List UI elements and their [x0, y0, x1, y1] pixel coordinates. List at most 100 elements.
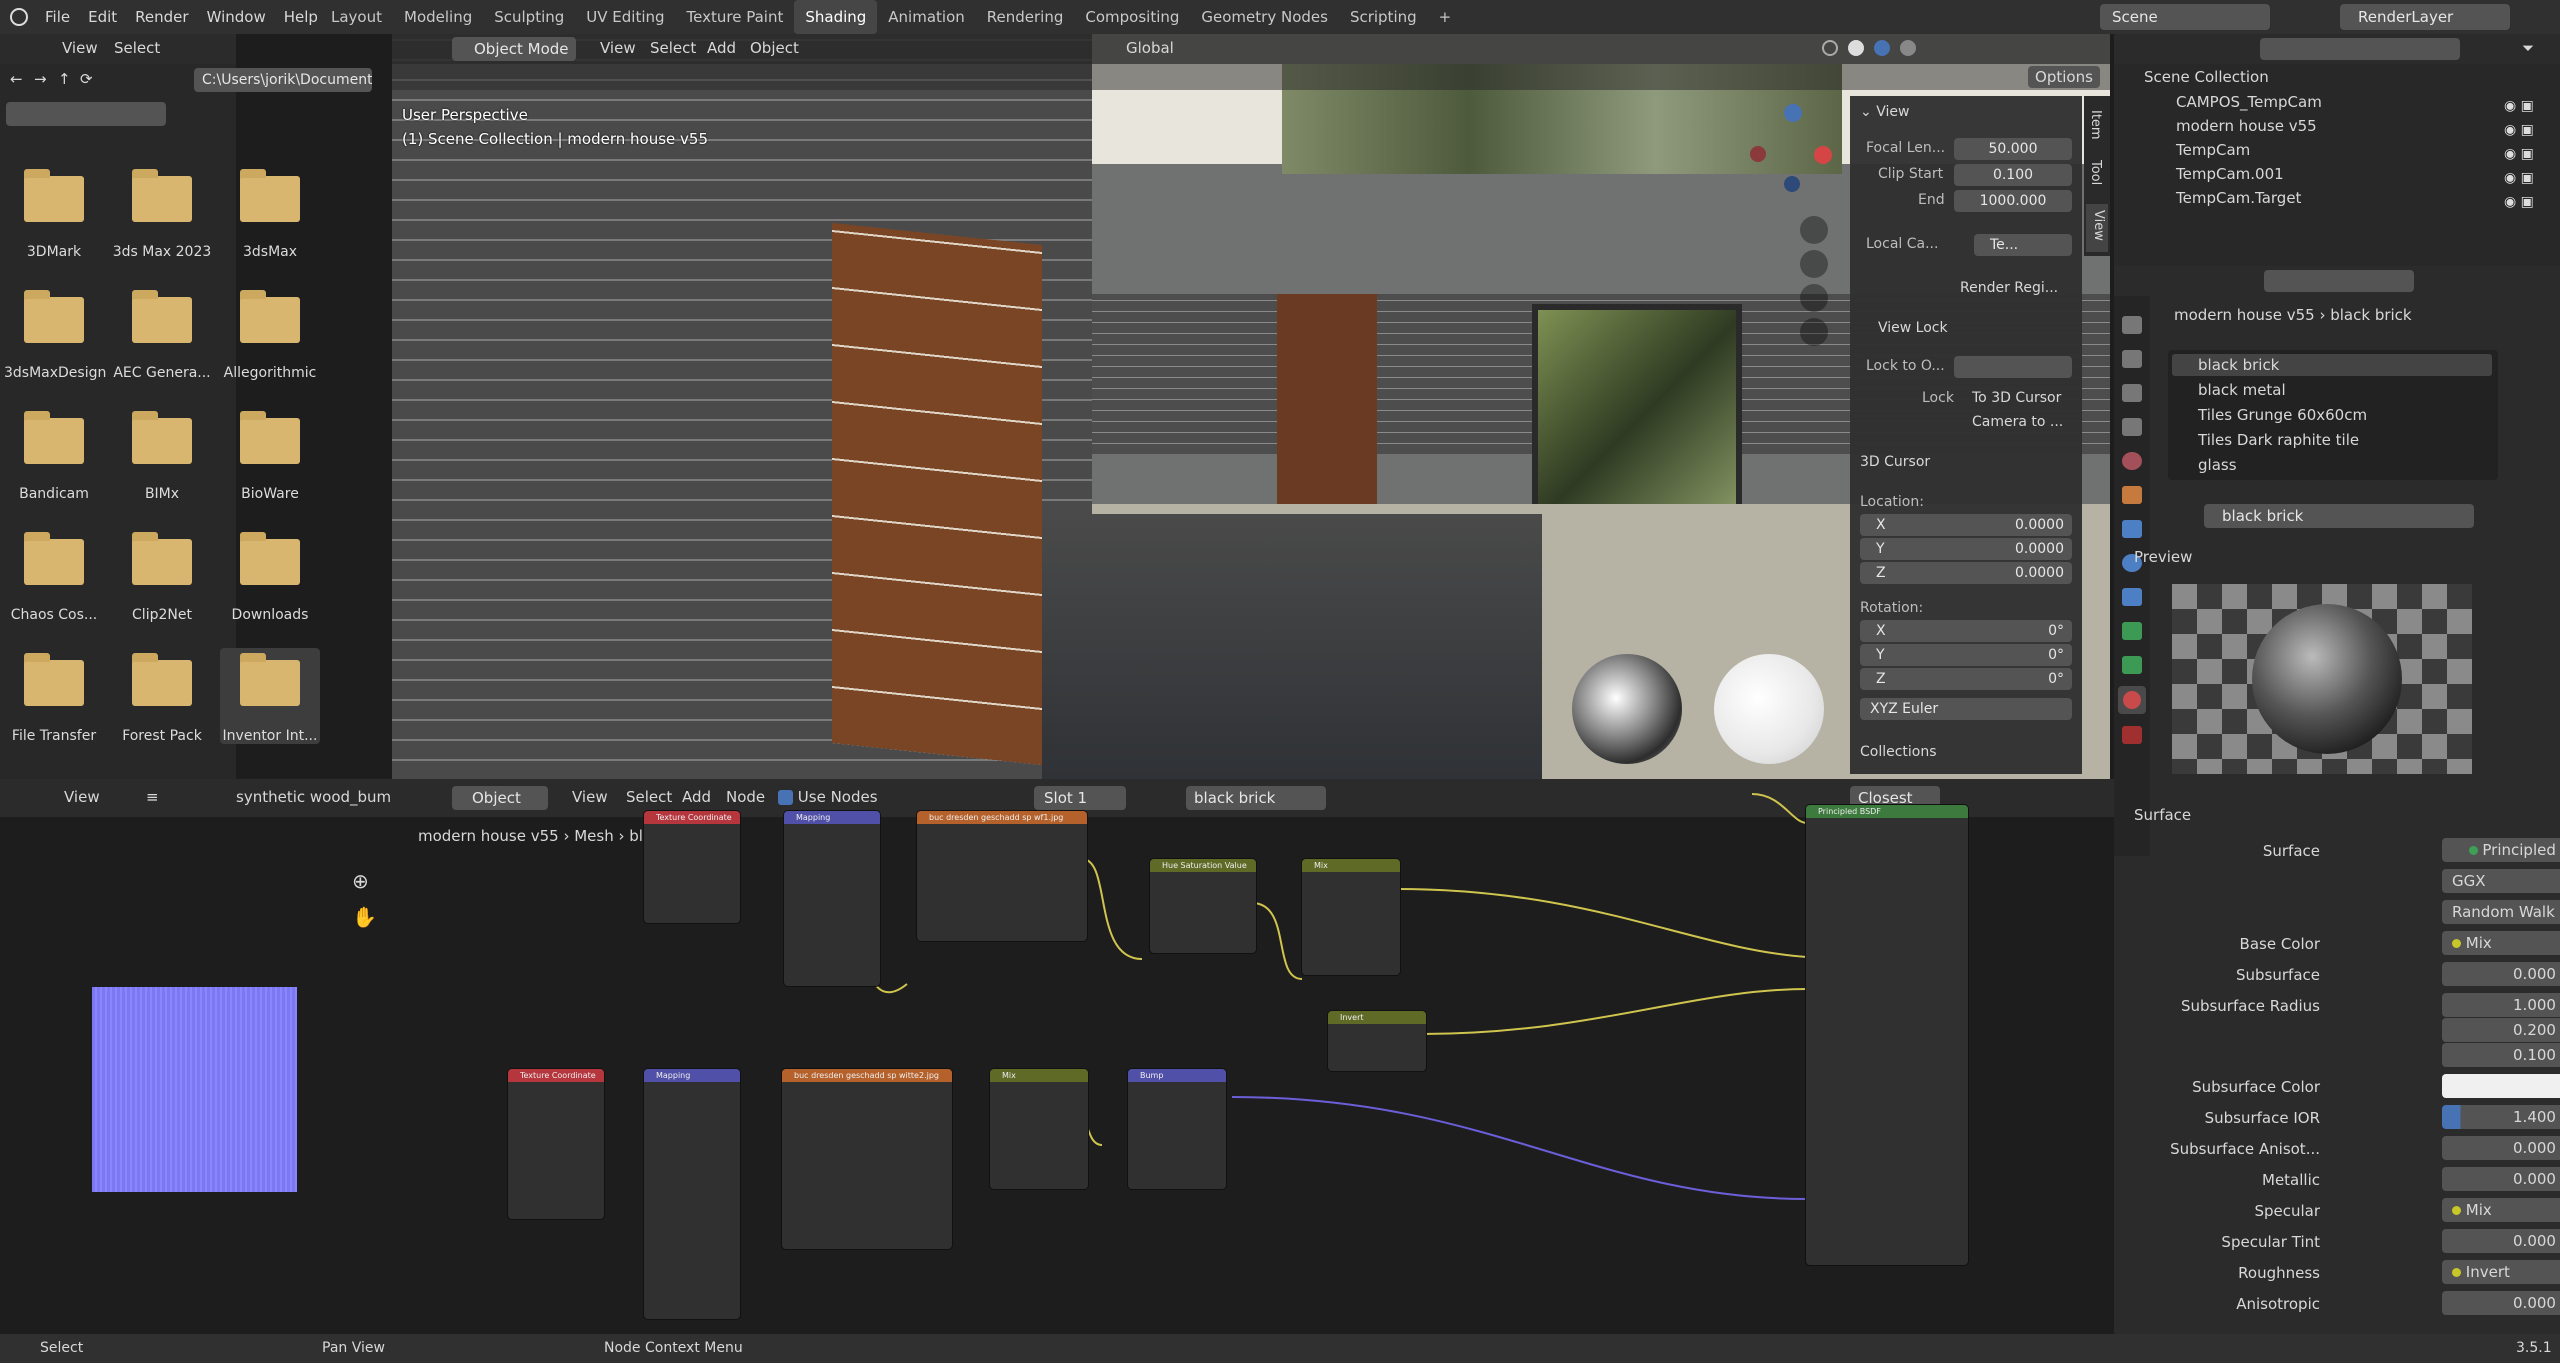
options-button[interactable]: Options	[2028, 66, 2100, 88]
texture-tab-icon[interactable]	[2122, 726, 2142, 744]
clip-end-field[interactable]: 1000.000	[1954, 190, 2072, 212]
filter-icon[interactable]: ⏷	[2522, 39, 2534, 57]
forward-icon[interactable]: →	[34, 70, 47, 88]
fb-menu-select[interactable]: Select	[114, 39, 160, 57]
menu-file[interactable]: File	[36, 0, 79, 34]
menu-hamburger-icon[interactable]: ≡	[146, 788, 159, 806]
tab-compositing[interactable]: Compositing	[1074, 0, 1190, 34]
scene-selector[interactable]: Scene	[2100, 4, 2270, 30]
object-tab-icon[interactable]	[2122, 486, 2142, 504]
cursor-rotation-y-field[interactable]: Y 0°	[1860, 644, 2072, 666]
image-texture-node[interactable]: buc dresden geschadd sp wf1.jpg	[917, 811, 1087, 941]
eye-icon[interactable]: ◉ ▣	[2504, 94, 2534, 118]
lock-to-3d-cursor-checkbox[interactable]: To 3D Cursor	[1972, 390, 2061, 406]
folder-item[interactable]: Bandicam	[4, 406, 104, 502]
cursor-location-y-field[interactable]: Y 0.0000	[1860, 538, 2072, 560]
vp-menu-object[interactable]: Object	[750, 39, 799, 57]
vp-menu-select[interactable]: Select	[650, 39, 696, 57]
panel-header-surface[interactable]: Surface	[2134, 806, 2191, 824]
folder-item[interactable]: Forest Pack	[112, 648, 212, 744]
view-layer-tab-icon[interactable]	[2122, 418, 2142, 436]
tab-rendering[interactable]: Rendering	[976, 0, 1075, 34]
physics-tab-icon[interactable]	[2122, 588, 2142, 606]
outliner-item[interactable]: TempCam.Target	[2176, 186, 2301, 210]
folder-item[interactable]: File Transfer	[4, 648, 104, 744]
folder-item[interactable]: Clip2Net	[112, 527, 212, 623]
folder-item[interactable]: 3dsMaxDesign	[4, 285, 106, 381]
folder-item[interactable]: Allegorithmic	[220, 285, 320, 381]
properties-search-input[interactable]	[2264, 270, 2414, 292]
camera-view-icon[interactable]	[1800, 284, 1828, 312]
panel-header-preview[interactable]: Preview	[2134, 548, 2192, 566]
modifier-tab-icon[interactable]	[2122, 520, 2142, 538]
data-tab-icon[interactable]	[2122, 656, 2142, 674]
prop-value[interactable]: 0.000	[2442, 1167, 2560, 1191]
transform-orientation[interactable]: Global	[1126, 39, 1174, 57]
panel-header-3d-cursor[interactable]: 3D Cursor	[1860, 454, 1930, 470]
material-slot[interactable]: glass	[2172, 454, 2237, 476]
scene-tab-icon[interactable]	[2122, 452, 2142, 470]
material-slot[interactable]: Tiles Dark raphite tile	[2172, 429, 2359, 451]
material-slot[interactable]: Tiles Grunge 60x60cm	[2172, 404, 2367, 426]
folder-item[interactable]: Chaos Cos...	[4, 527, 104, 623]
folder-item[interactable]: Downloads	[220, 527, 320, 623]
texture-coordinate-node[interactable]: Texture Coordinate	[644, 811, 740, 923]
folder-item[interactable]: BioWare	[220, 406, 320, 502]
vp-menu-add[interactable]: Add	[707, 39, 736, 57]
folder-item[interactable]: AEC Genera...	[112, 285, 212, 381]
pan-hand-icon[interactable]	[1800, 250, 1828, 278]
lock-to-object-field[interactable]	[1954, 356, 2072, 378]
path-field[interactable]: C:\Users\jorik\Documents\	[194, 68, 372, 92]
view-layer-selector[interactable]: RenderLayer	[2340, 4, 2510, 30]
grid-toggle-icon[interactable]	[1800, 318, 1828, 346]
rotation-mode-dropdown[interactable]: XYZ Euler	[1860, 698, 2072, 720]
file-search-input[interactable]	[6, 102, 166, 126]
image-name-field[interactable]: synthetic wood_bump.p	[236, 788, 392, 806]
image-texture-node[interactable]: buc dresden geschadd sp witte2.jpg	[782, 1069, 952, 1249]
cursor-rotation-z-field[interactable]: Z 0°	[1860, 668, 2072, 690]
hue-saturation-node[interactable]: Hue Saturation Value	[1150, 859, 1256, 953]
z-axis-icon[interactable]	[1784, 104, 1802, 122]
cursor-rotation-x-field[interactable]: X 0°	[1860, 620, 2072, 642]
tab-tool[interactable]: Tool	[2088, 160, 2103, 185]
vp-menu-view[interactable]: View	[600, 39, 636, 57]
prop-value[interactable]: Mix	[2442, 1198, 2560, 1222]
prop-value[interactable]: Mix	[2442, 931, 2560, 955]
focal-length-field[interactable]: 50.000	[1954, 138, 2072, 160]
prop-value[interactable]: 0.000	[2442, 1291, 2560, 1315]
bump-node[interactable]: Bump	[1128, 1069, 1226, 1189]
folder-item[interactable]: 3DMark	[4, 164, 104, 260]
tool-tab-icon[interactable]	[2122, 316, 2142, 334]
output-tab-icon[interactable]	[2122, 384, 2142, 402]
zoom-icon[interactable]: ⊕	[352, 869, 369, 893]
fb-menu-view[interactable]: View	[62, 39, 98, 57]
prop-value[interactable]: 0.000	[2442, 1229, 2560, 1253]
tab-animation[interactable]: Animation	[877, 0, 975, 34]
principled-bsdf-node[interactable]: Principled BSDF	[1806, 805, 1968, 1265]
pan-hand-icon[interactable]: ✋	[352, 905, 377, 929]
render-tab-icon[interactable]	[2122, 350, 2142, 368]
distribution-dropdown[interactable]: GGX	[2442, 869, 2560, 893]
material-name-field[interactable]: black brick	[2204, 504, 2474, 528]
folder-item[interactable]: Inventor Int...	[220, 648, 320, 744]
tab-scripting[interactable]: Scripting	[1339, 0, 1428, 34]
folder-item[interactable]: BIMx	[112, 406, 212, 502]
menu-window[interactable]: Window	[198, 0, 275, 34]
mapping-node[interactable]: Mapping	[644, 1069, 740, 1319]
clip-start-field[interactable]: 0.100	[1954, 164, 2072, 186]
constraints-tab-icon[interactable]	[2122, 622, 2142, 640]
mix-node[interactable]: Mix	[1302, 859, 1400, 975]
prop-value[interactable]: 0.000	[2442, 1136, 2560, 1160]
blender-logo-icon[interactable]	[10, 8, 28, 26]
invert-node[interactable]: Invert	[1328, 1011, 1426, 1071]
wireframe-shading-icon[interactable]	[1822, 40, 1838, 56]
refresh-icon[interactable]: ⟳	[80, 70, 93, 88]
tab-layout[interactable]: Layout	[320, 0, 393, 34]
tab-geometry-nodes[interactable]: Geometry Nodes	[1190, 0, 1339, 34]
tab-view[interactable]: View	[2086, 204, 2108, 252]
tab-uv-editing[interactable]: UV Editing	[575, 0, 675, 34]
outliner-item[interactable]: CAMPOS_TempCam	[2176, 90, 2322, 114]
ie-menu-view[interactable]: View	[64, 788, 100, 806]
back-icon[interactable]: ←	[10, 70, 23, 88]
panel-header-view-lock[interactable]: View Lock	[1878, 320, 1948, 336]
